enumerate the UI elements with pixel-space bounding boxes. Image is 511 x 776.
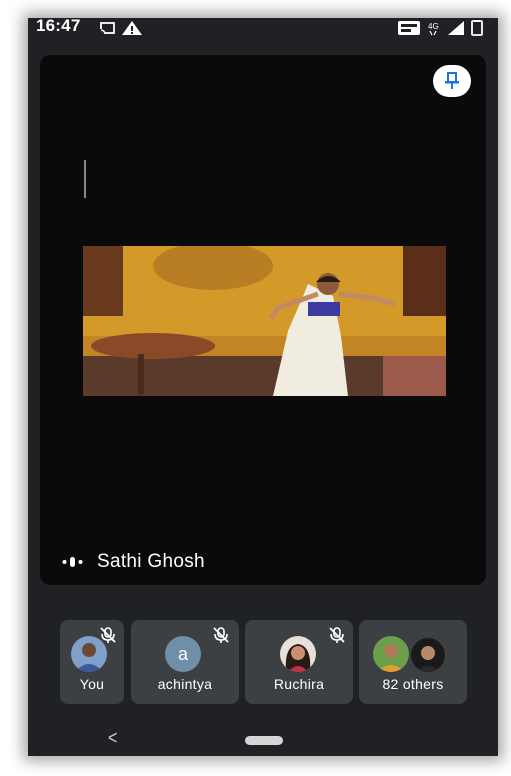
participant-tile-you[interactable]: You: [60, 620, 124, 704]
network-type: 4G: [428, 22, 439, 31]
status-left-icons: [100, 20, 146, 41]
participant-tile-achintya[interactable]: a achintya: [131, 620, 239, 704]
back-chevron-icon[interactable]: <: [108, 728, 117, 750]
speaker-name: Sathi Ghosh: [97, 551, 205, 572]
avatar: [373, 636, 409, 672]
speaker-video: [83, 246, 446, 396]
participant-label: 82 others: [382, 676, 444, 692]
pin-icon: [445, 72, 459, 89]
status-bar: 16:47 4G: [28, 18, 498, 40]
participant-tile-others[interactable]: 82 others: [359, 620, 467, 704]
avatar: a: [165, 636, 201, 672]
text-cursor: [84, 160, 86, 198]
phone-screen: 16:47 4G Sathi Ghosh You a achintya Ruch…: [28, 18, 498, 756]
avatar: [71, 636, 107, 672]
status-right-icons: 4G: [398, 20, 490, 41]
mic-off-icon: [213, 627, 229, 643]
speaker-label: Sathi Ghosh: [62, 548, 205, 576]
home-pill-icon[interactable]: [245, 736, 283, 745]
status-time: 16:47: [36, 18, 81, 35]
participant-label: Ruchira: [273, 676, 325, 692]
warning-icon: [122, 21, 142, 35]
participant-label: achintya: [157, 676, 213, 692]
audio-wave-icon: [62, 557, 83, 567]
participant-label: You: [79, 676, 105, 692]
signal-icon: [448, 21, 464, 35]
pin-button[interactable]: [433, 65, 471, 97]
participant-tile-ruchira[interactable]: Ruchira: [245, 620, 353, 704]
main-speaker-tile[interactable]: Sathi Ghosh: [40, 55, 486, 585]
avatar: [409, 636, 447, 674]
mic-off-icon: [329, 627, 345, 643]
cast-icon: [100, 22, 115, 35]
battery-icon: [471, 20, 483, 36]
avatar: [280, 636, 316, 672]
navigation-bar: <: [28, 728, 498, 756]
volte-icon: [398, 21, 420, 35]
